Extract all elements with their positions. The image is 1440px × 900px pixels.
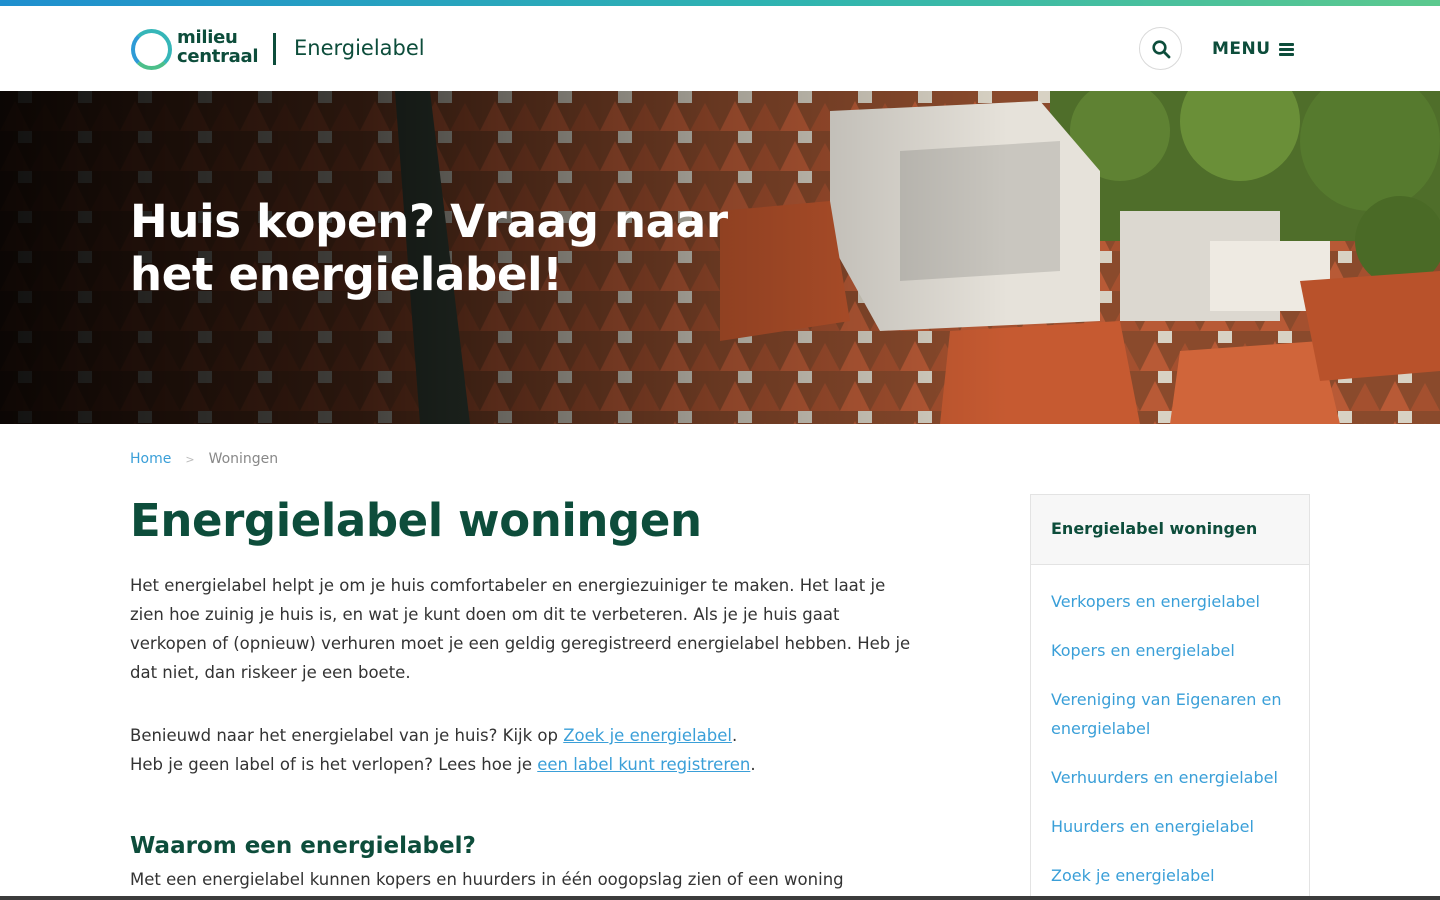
breadcrumb-separator: > <box>185 452 195 466</box>
breadcrumb-current: Woningen <box>208 451 279 467</box>
lookup-text-2: Heb je geen label of is het verlopen? Le… <box>130 755 538 774</box>
lookup-text-2-end: . <box>750 755 756 774</box>
breadcrumb-home-link[interactable]: Home <box>130 451 171 467</box>
sidebar-item-verhuurders: Verhuurders en energielabel <box>1051 763 1289 792</box>
logo-divider <box>273 33 276 65</box>
sidebar-link-verkopers[interactable]: Verkopers en energielabel <box>1051 587 1289 616</box>
hero-title-line-1: Huis kopen? Vraag naar <box>130 195 728 248</box>
hero-title: Huis kopen? Vraag naar het energielabel! <box>130 195 770 301</box>
sidebar-item-huurders: Huurders en energielabel <box>1051 812 1289 841</box>
lookup-paragraph: Benieuwd naar het energielabel van je hu… <box>130 721 920 779</box>
hero-banner: Huis kopen? Vraag naar het energielabel! <box>0 91 1440 424</box>
waarom-paragraph: Met een energielabel kunnen kopers en hu… <box>130 870 844 889</box>
intro-paragraph: Het energielabel helpt je om je huis com… <box>130 576 911 682</box>
site-name[interactable]: Energielabel <box>294 34 425 62</box>
sidebar-navigation: Energielabel woningen Verkopers en energ… <box>1030 494 1310 900</box>
section-heading-waarom: Waarom een energielabel? <box>130 833 476 859</box>
bottom-edge-bar <box>0 896 1440 900</box>
breadcrumb: Home > Woningen <box>130 451 278 467</box>
menu-label: MENU <box>1212 39 1271 59</box>
logo-line-1: milieu <box>177 27 238 48</box>
lookup-text-1: Benieuwd naar het energielabel van je hu… <box>130 726 564 745</box>
site-header: milieu centraal Energielabel MENU <box>0 6 1440 91</box>
lookup-text-1-end: . <box>731 726 738 745</box>
sidebar-link-verhuurders[interactable]: Verhuurders en energielabel <box>1051 763 1289 792</box>
sidebar-heading[interactable]: Energielabel woningen <box>1031 495 1309 565</box>
zoek-energielabel-link[interactable]: Zoek je energielabel <box>563 726 732 745</box>
logo-text: milieu centraal <box>177 27 259 67</box>
search-icon <box>1152 40 1171 59</box>
sidebar-link-vve[interactable]: Vereniging van Eigenaren en energielabel <box>1051 685 1289 743</box>
sidebar-list: Verkopers en energielabel Kopers en ener… <box>1031 565 1309 890</box>
sidebar-link-zoek[interactable]: Zoek je energielabel <box>1051 861 1289 890</box>
sidebar-link-huurders[interactable]: Huurders en energielabel <box>1051 812 1289 841</box>
label-registreren-link[interactable]: een label kunt registreren <box>537 755 750 774</box>
sidebar-item-kopers: Kopers en energielabel <box>1051 636 1289 665</box>
sidebar-link-kopers[interactable]: Kopers en energielabel <box>1051 636 1289 665</box>
menu-button[interactable]: MENU <box>1212 37 1294 61</box>
hero-title-line-2: het energielabel! <box>130 248 563 301</box>
sidebar-item-zoek: Zoek je energielabel <box>1051 861 1289 890</box>
milieu-centraal-logo[interactable]: milieu centraal <box>131 28 261 72</box>
sidebar-item-verkopers: Verkopers en energielabel <box>1051 587 1289 616</box>
logo-ring-icon <box>131 29 172 70</box>
page-title: Energielabel woningen <box>130 494 702 547</box>
search-button[interactable] <box>1139 27 1182 70</box>
sidebar-item-vve: Vereniging van Eigenaren en energielabel <box>1051 685 1289 743</box>
hamburger-icon <box>1278 42 1294 56</box>
logo-line-2: centraal <box>177 46 259 67</box>
